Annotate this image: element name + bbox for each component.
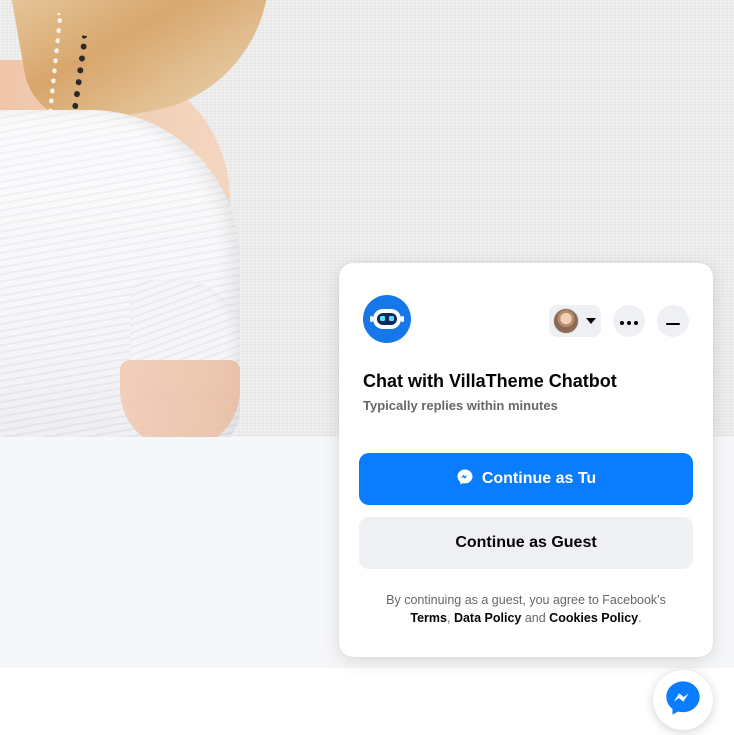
robot-icon — [363, 295, 411, 343]
legal-notice: By continuing as a guest, you agree to F… — [359, 591, 693, 627]
chat-title: Chat with VillaTheme Chatbot — [363, 371, 617, 391]
cookies-policy-link[interactable]: Cookies Policy — [549, 611, 638, 625]
user-avatar — [553, 308, 579, 334]
legal-end: . — [638, 611, 642, 625]
minimize-button[interactable] — [657, 305, 689, 337]
legal-separator: , — [446, 611, 451, 625]
legal-prefix: By continuing as a guest, you agree to F… — [386, 593, 666, 607]
legal-and: and — [524, 611, 546, 625]
caret-down-icon — [585, 312, 597, 330]
messenger-icon — [663, 678, 703, 723]
data-policy-link[interactable]: Data Policy — [454, 611, 521, 625]
more-options-button[interactable] — [613, 305, 645, 337]
more-dots-icon — [620, 312, 638, 330]
messenger-chat-button[interactable] — [653, 670, 713, 730]
continue-as-user-button[interactable]: Continue as Tu — [359, 453, 693, 505]
user-switcher[interactable] — [549, 305, 601, 337]
chat-panel: Chat with VillaTheme Chatbot Typically r… — [339, 263, 713, 657]
messenger-icon — [456, 468, 474, 491]
minimize-icon — [666, 312, 680, 330]
terms-link[interactable]: Terms — [410, 611, 447, 625]
continue-as-guest-label: Continue as Guest — [455, 534, 597, 551]
chat-subtitle: Typically replies within minutes — [363, 398, 558, 413]
model-arm — [120, 360, 240, 437]
continue-as-user-label: Continue as Tu — [481, 470, 597, 487]
continue-as-guest-button[interactable]: Continue as Guest — [359, 517, 693, 569]
